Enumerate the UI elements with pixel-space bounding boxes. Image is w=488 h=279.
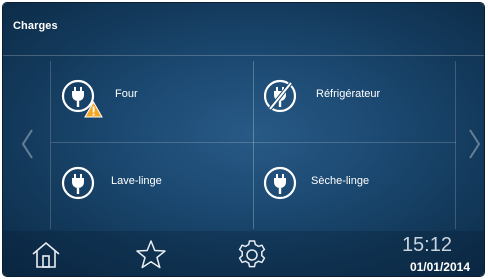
previous-page-button[interactable] [19,127,37,161]
load-tile-four[interactable]: Four [61,79,261,159]
load-label: Lave-linge [111,175,162,187]
star-icon [136,240,166,269]
next-page-button[interactable] [465,127,483,161]
load-label: Sèche-linge [311,175,370,187]
chevron-right-icon [469,129,481,159]
home-icon [32,241,60,268]
clock-time: 15:12 [401,234,452,256]
gear-icon [238,240,266,268]
grid-divider-left [50,61,51,229]
header-divider [3,55,484,56]
plug-icon [61,166,95,200]
load-label: Réfrigérateur [316,88,381,100]
device-screen: Charges Four Réfrigérateur Lave-linge Sè… [3,3,484,276]
load-tile-refrigerateur[interactable]: Réfrigérateur [263,79,463,159]
home-button[interactable] [30,239,62,271]
page-title: Charges [13,20,58,32]
favorites-button[interactable] [135,239,167,271]
clock-date: 01/01/2014 [409,260,470,274]
load-label: Four [115,88,138,100]
chevron-left-icon [21,129,33,159]
plug-icon [263,166,297,200]
warning-icon [84,100,103,118]
plug-off-icon [263,79,297,113]
settings-button[interactable] [236,239,268,271]
